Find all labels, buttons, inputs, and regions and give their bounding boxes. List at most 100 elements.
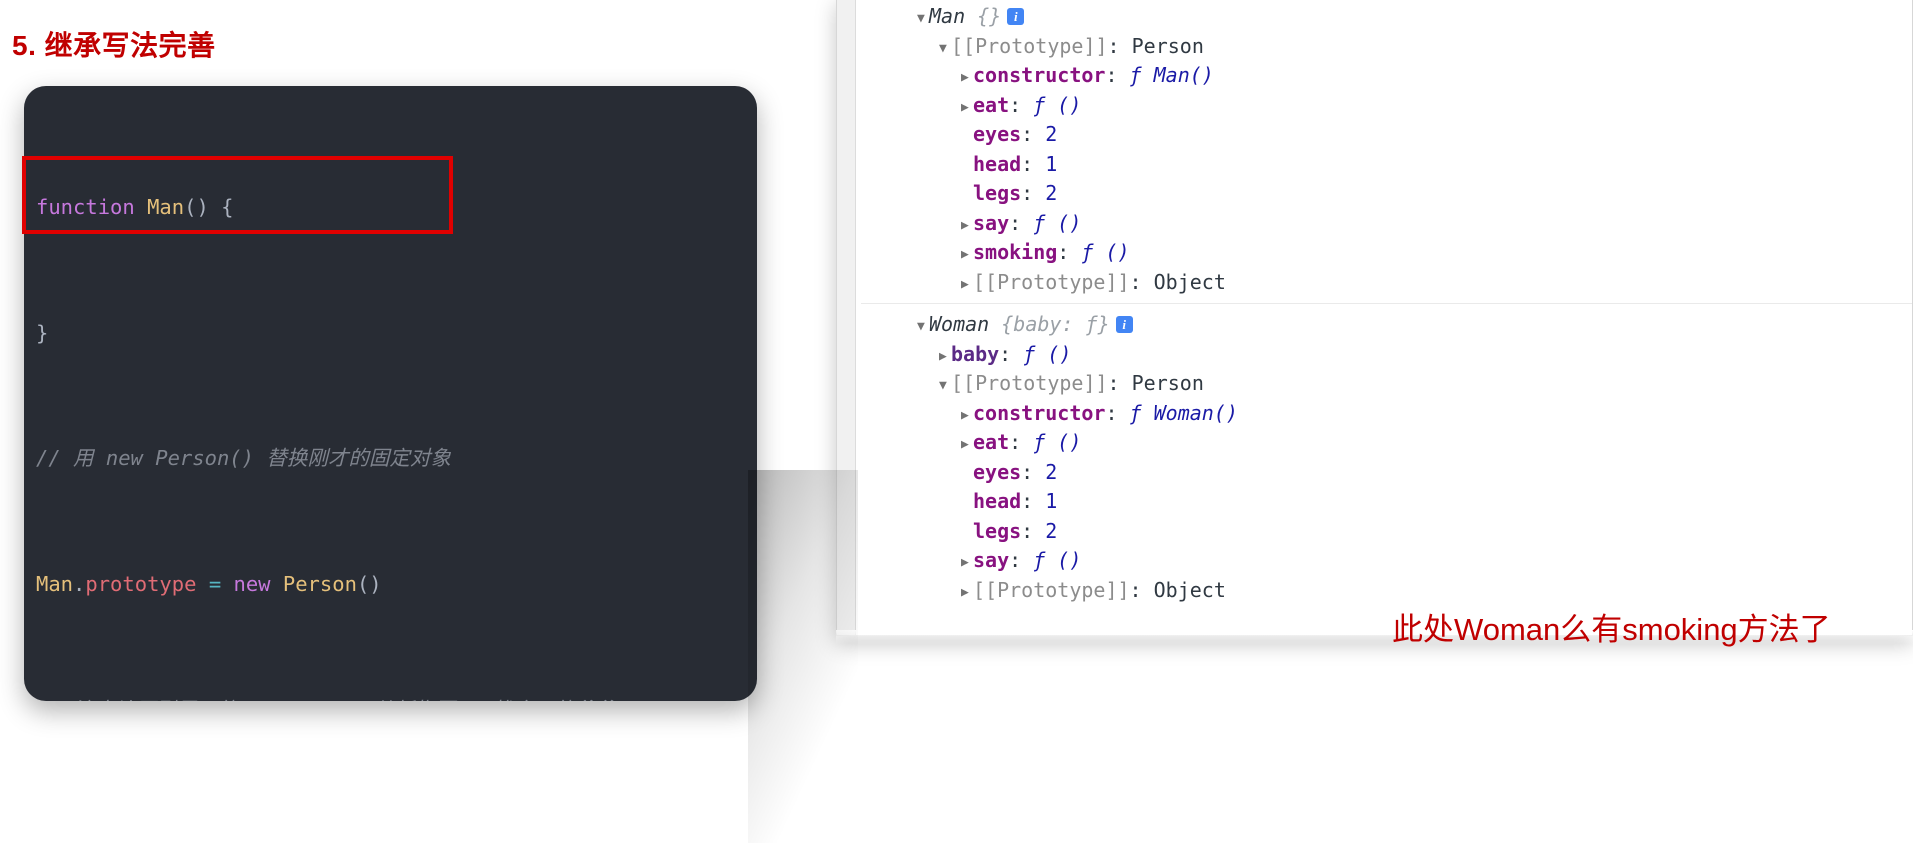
console-tree-row[interactable]: ▶ say: ƒ () [861, 209, 1912, 239]
property-value: 1 [1045, 151, 1058, 176]
property-value: ƒ () [1033, 548, 1082, 572]
chevron-right-icon[interactable]: ▶ [961, 211, 973, 241]
tree-indent-spacer: ▸ [961, 460, 973, 490]
console-tree-row[interactable]: ▶ [[Prototype]]: Object [861, 576, 1912, 606]
object-preview: {} [977, 4, 1002, 28]
console-tree-row[interactable]: ▸legs: 2 [861, 517, 1912, 547]
chevron-down-icon[interactable]: ▼ [917, 4, 929, 34]
console-object-header[interactable]: ▼ Woman {baby: ƒ} i [861, 310, 1912, 340]
console-tree-row[interactable]: ▼ [[Prototype]]: Person [861, 369, 1912, 399]
console-tree-row[interactable]: ▶ smoking: ƒ () [861, 238, 1912, 268]
console-log-entry[interactable]: ▼ Woman {baby: ƒ} i ▶ baby: ƒ () ▼ [[Prototy… [861, 304, 1912, 607]
property-key: [[Prototype]] [973, 577, 1130, 602]
chevron-right-icon[interactable]: ▶ [961, 430, 973, 460]
property-separator: : [1021, 122, 1034, 146]
property-separator: : [1021, 181, 1034, 205]
property-key: eat [973, 430, 1010, 454]
property-key: [[Prototype]] [951, 33, 1108, 58]
property-separator: : [1057, 240, 1070, 264]
page-title: 5. 继承写法完善 [12, 30, 216, 61]
object-constructor-name: Woman [929, 312, 990, 336]
property-value: ƒ () [1033, 430, 1082, 454]
property-separator: : [1021, 151, 1034, 176]
info-icon[interactable]: i [1007, 8, 1025, 25]
console-tree-row[interactable]: ▶ [[Prototype]]: Object [861, 268, 1912, 298]
console-tree-row[interactable]: ▶ baby: ƒ () [861, 340, 1912, 370]
property-key: legs [973, 518, 1022, 543]
property-value: 2 [1045, 518, 1058, 543]
chevron-right-icon[interactable]: ▶ [961, 270, 973, 300]
console-tree-row[interactable]: ▶ eat: ƒ () [861, 428, 1912, 458]
console-tree-row[interactable]: ▸eyes: 2 [861, 458, 1912, 488]
property-key: baby [951, 341, 1000, 366]
console-tree-row[interactable]: ▸legs: 2 [861, 179, 1912, 209]
property-key: eat [973, 92, 1010, 117]
info-icon[interactable]: i [1115, 316, 1133, 333]
token-identifier-person: Person [282, 572, 357, 597]
chevron-right-icon[interactable]: ▶ [961, 63, 973, 93]
chevron-right-icon[interactable]: ▶ [939, 342, 951, 372]
property-value: 1 [1045, 489, 1058, 513]
object-preview: {baby: ƒ} [1001, 312, 1110, 336]
console-tree-row[interactable]: ▸head: 1 [861, 150, 1912, 180]
property-key: legs [973, 181, 1022, 205]
chevron-down-icon[interactable]: ▼ [939, 34, 951, 64]
property-value: Object [1153, 577, 1226, 602]
property-separator: : [1009, 210, 1022, 235]
property-value: Object [1153, 269, 1226, 294]
tree-indent-spacer: ▸ [961, 122, 973, 152]
token-dot: . [73, 572, 86, 597]
property-separator: : [1009, 430, 1022, 454]
property-key: smoking [973, 240, 1058, 264]
token-assign: = [208, 572, 222, 597]
tree-indent-spacer: ▸ [961, 519, 973, 549]
devtools-console-panel: ▼ Man {} i ▼ [[Prototype]]: Person ▶ constru… [836, 0, 1913, 636]
property-key: [[Prototype]] [973, 269, 1130, 294]
token-brace-open: { [221, 195, 234, 220]
property-value: 2 [1045, 459, 1058, 484]
token-brace-close: } [36, 320, 49, 345]
chevron-down-icon[interactable]: ▼ [917, 312, 929, 342]
annotation-note: 此处Woman么有smoking方法了 [1392, 612, 1831, 647]
chevron-right-icon[interactable]: ▶ [961, 240, 973, 270]
chevron-right-icon[interactable]: ▶ [961, 93, 973, 123]
tree-indent-spacer: ▸ [961, 489, 973, 519]
token-parens: () [356, 572, 382, 597]
property-separator: : [999, 341, 1012, 366]
property-separator: : [1009, 548, 1022, 572]
property-separator: : [1009, 92, 1022, 117]
code-line-comment: // 用 new Person() 替换刚才的固定对象 [36, 443, 757, 474]
property-key: constructor [973, 63, 1106, 87]
property-separator: : [1105, 63, 1118, 87]
console-object-header[interactable]: ▼ Man {} i [861, 2, 1912, 32]
tree-indent-spacer: ▸ [961, 152, 973, 182]
code-comment-text: // 注意让原型里面的constructor从新指回Man找自己的爸爸 [36, 698, 615, 701]
code-line: Man.prototype = new Person() [36, 569, 757, 600]
console-tree-row[interactable]: ▶ eat: ƒ () [861, 91, 1912, 121]
chevron-right-icon[interactable]: ▶ [961, 578, 973, 608]
console-output: ▼ Man {} i ▼ [[Prototype]]: Person ▶ constru… [861, 0, 1912, 635]
chevron-down-icon[interactable]: ▼ [939, 371, 951, 401]
property-separator: : [1129, 577, 1142, 602]
console-tree-row[interactable]: ▼ [[Prototype]]: Person [861, 32, 1912, 62]
console-tree-row[interactable]: ▶ constructor: ƒ Man() [861, 61, 1912, 91]
token-parens: () [184, 195, 209, 220]
property-value: ƒ () [1081, 240, 1130, 264]
console-tree-row[interactable]: ▸eyes: 2 [861, 120, 1912, 150]
property-value: ƒ () [1023, 341, 1072, 366]
console-log-entry[interactable]: ▼ Man {} i ▼ [[Prototype]]: Person ▶ constru… [861, 0, 1912, 299]
chevron-right-icon[interactable]: ▶ [961, 548, 973, 578]
chevron-right-icon[interactable]: ▶ [961, 401, 973, 431]
console-tree-row[interactable]: ▶ say: ƒ () [861, 546, 1912, 576]
property-separator: : [1021, 459, 1034, 484]
code-comment-text: // 用 new Person() 替换刚才的固定对象 [36, 446, 451, 471]
token-identifier-man: Man [36, 572, 74, 597]
console-tree-row[interactable]: ▸head: 1 [861, 487, 1912, 517]
property-key: say [973, 548, 1010, 572]
token-identifier-man: Man [147, 195, 185, 220]
property-separator: : [1107, 33, 1120, 58]
console-scrollbar[interactable] [837, 0, 856, 635]
property-separator: : [1021, 518, 1034, 543]
console-tree-row[interactable]: ▶ constructor: ƒ Woman() [861, 399, 1912, 429]
property-key: [[Prototype]] [951, 371, 1108, 395]
